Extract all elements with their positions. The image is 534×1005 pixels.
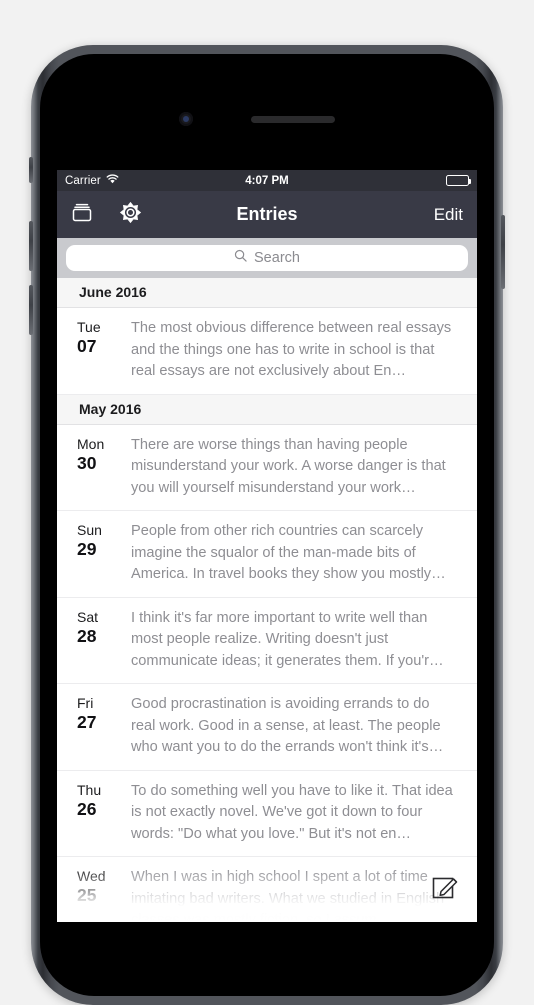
entry-date: Tue 07	[77, 318, 119, 383]
carrier-label: Carrier	[65, 174, 101, 187]
section-header: June 2016	[57, 278, 477, 308]
entry-date: Mon 30	[77, 435, 119, 500]
entry-preview-text: To do something well you have to like it…	[131, 782, 453, 842]
entry-row[interactable]: Thu 26 To do something well you have to li…	[57, 771, 477, 857]
entry-row[interactable]: Tue 07 The most obvious difference between…	[57, 308, 477, 395]
nav-left-group	[71, 201, 142, 229]
phone-screen: Carrier 4:07 PM Entries Edit Search June…	[57, 170, 477, 922]
search-bar-container: Search	[57, 238, 477, 278]
search-icon	[234, 249, 247, 267]
search-placeholder: Search	[254, 250, 300, 266]
earpiece-speaker	[251, 116, 335, 123]
entry-row[interactable]: Wed 25 When I was in high school I spent a…	[57, 857, 477, 922]
entry-row[interactable]: Sun 29 People from other rich countries ca…	[57, 511, 477, 598]
battery-icon	[446, 175, 471, 186]
entry-row[interactable]: Fri 27 Good procrastination is avoiding er…	[57, 684, 477, 771]
volume-down-button[interactable]	[29, 285, 33, 335]
gear-icon[interactable]	[119, 201, 142, 229]
mute-switch[interactable]	[29, 157, 33, 183]
volume-up-button[interactable]	[29, 221, 33, 271]
status-left-group: Carrier	[65, 174, 119, 187]
edit-button[interactable]: Edit	[434, 205, 463, 225]
entry-day-number: 27	[77, 712, 97, 732]
entry-preview-text: Good procrastination is avoiding errands…	[131, 696, 444, 755]
status-clock: 4:07 PM	[245, 174, 289, 187]
entry-day-number: 28	[77, 625, 97, 646]
status-right-group	[446, 175, 471, 186]
entry-preview-text: I think it's far more important to write…	[131, 609, 444, 669]
entry-day-number: 30	[77, 452, 97, 473]
entry-day-of-week: Fri	[77, 695, 94, 711]
entry-date: Fri 27	[77, 694, 119, 759]
entry-day-of-week: Thu	[77, 781, 102, 798]
status-bar: Carrier 4:07 PM	[57, 170, 477, 191]
entry-preview-text: There are worse things than having peopl…	[131, 436, 446, 496]
compose-button[interactable]	[431, 872, 459, 900]
entry-day-of-week: Sun	[77, 522, 102, 538]
entry-day-of-week: Wed	[77, 868, 106, 884]
front-camera	[179, 112, 193, 126]
entry-day-of-week: Sat	[77, 608, 99, 625]
entry-day-number: 25	[77, 885, 97, 905]
wifi-icon	[106, 174, 119, 187]
entry-row[interactable]: Mon 30 There are worse things than having …	[57, 425, 477, 511]
entry-day-of-week: Mon	[77, 435, 105, 452]
entry-date: Wed 25	[77, 867, 119, 922]
entry-day-number: 07	[77, 336, 97, 356]
entry-day-of-week: Tue	[77, 319, 101, 335]
search-input[interactable]: Search	[66, 245, 468, 271]
entry-day-number: 29	[77, 539, 97, 559]
entry-day-number: 26	[77, 798, 97, 819]
entry-row[interactable]: Sat 28 I think it's far more important to …	[57, 598, 477, 684]
entries-list[interactable]: June 2016 Tue 07 The most obvious differenc…	[57, 278, 477, 922]
entry-date: Sun 29	[77, 521, 119, 586]
section-header: May 2016	[57, 394, 477, 425]
power-button[interactable]	[501, 215, 505, 289]
entry-date: Thu 26	[77, 781, 119, 846]
navigation-bar: Entries Edit	[57, 191, 477, 238]
folder-stack-icon[interactable]	[71, 202, 93, 227]
entry-date: Sat 28	[77, 608, 119, 673]
entry-preview-text: People from other rich countries can sca…	[131, 523, 446, 582]
entry-preview-text: The most obvious difference between real…	[131, 320, 452, 379]
entry-preview-text: When I was in high school I spent a lot …	[131, 869, 445, 922]
